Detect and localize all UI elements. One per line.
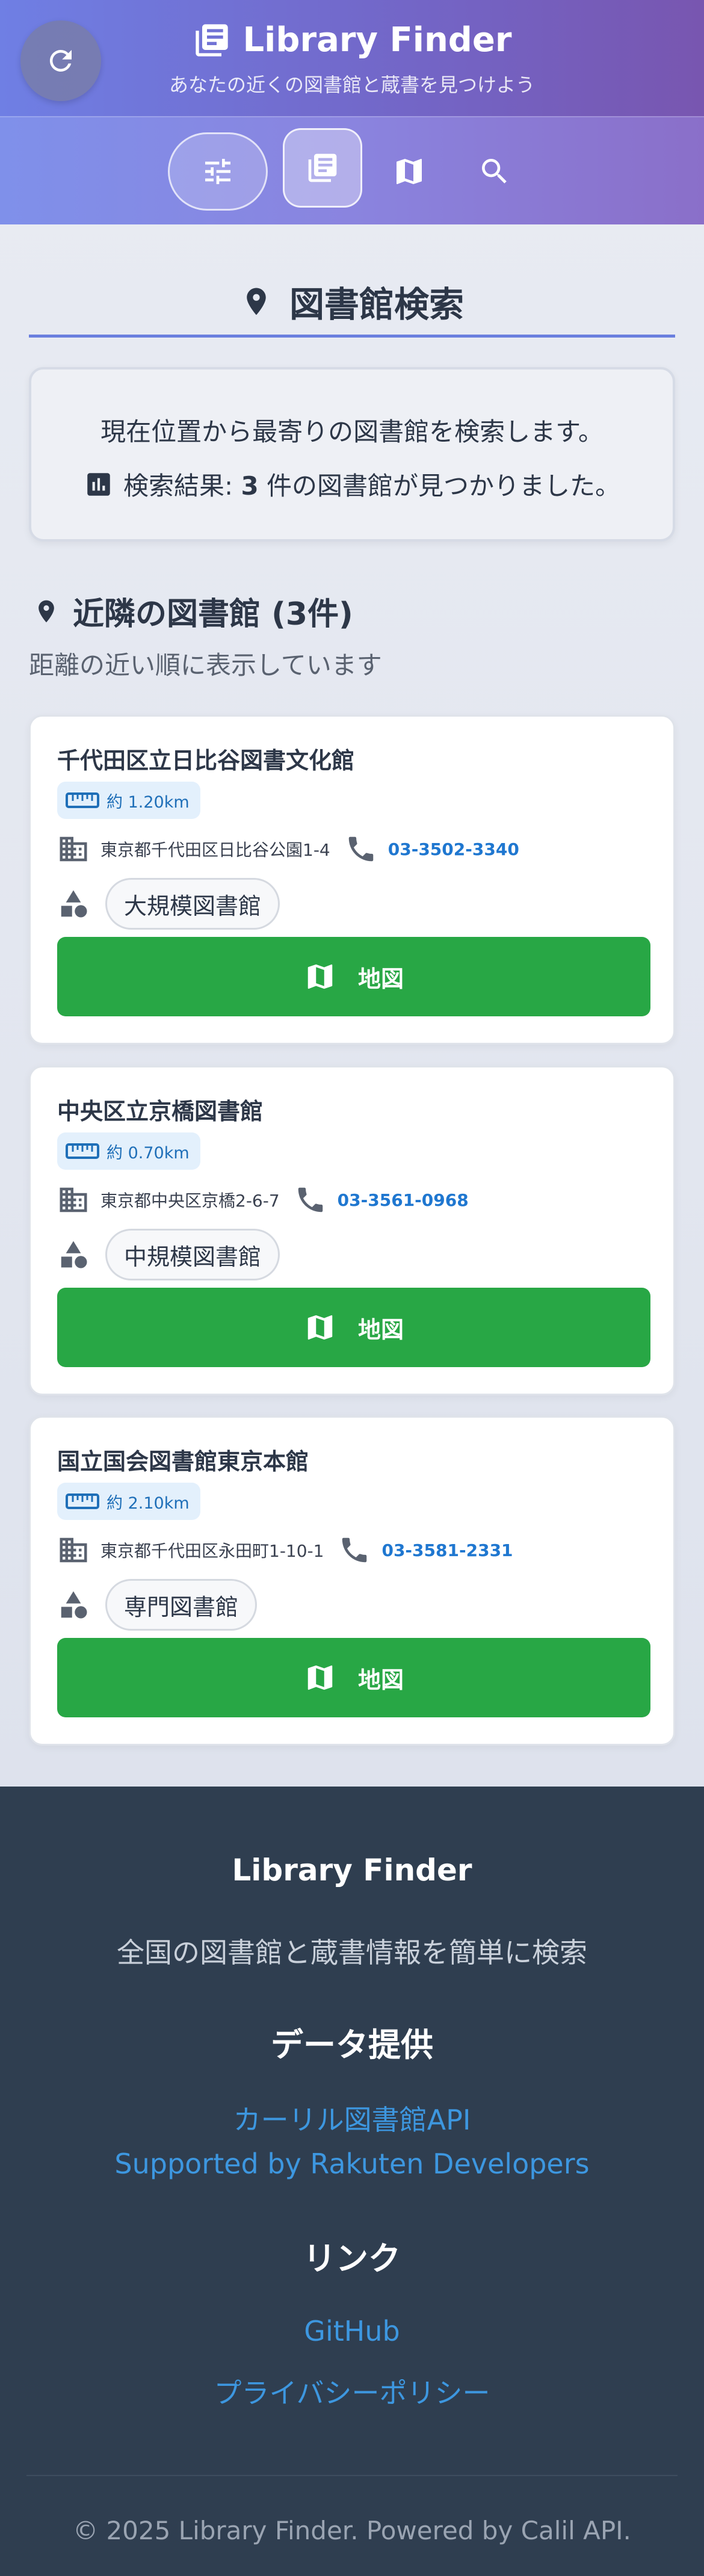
result-count: 3 xyxy=(241,471,259,501)
map-button[interactable]: 地図 xyxy=(57,1288,650,1367)
rakuten-link[interactable]: Supported by Rakuten Developers xyxy=(0,2148,704,2180)
footer-brand: Library Finder xyxy=(232,1853,472,1888)
info-message: 現在位置から最寄りの図書館を検索します。 xyxy=(100,417,604,446)
result-prefix: 検索結果: xyxy=(123,471,241,501)
category-shapes-icon xyxy=(61,1241,87,1268)
phone-icon xyxy=(342,1537,367,1563)
distance-badge: 約 0.70km xyxy=(57,1132,200,1170)
distance-text: 約 1.20km xyxy=(107,792,190,812)
phone-link[interactable]: 03-3502-3340 xyxy=(388,839,519,859)
phone-icon xyxy=(348,836,373,862)
ruler-icon xyxy=(66,1493,99,1509)
nearby-heading: 近隣の図書館 (3件) xyxy=(33,588,353,634)
github-link[interactable]: GitHub xyxy=(0,2315,704,2347)
footer-divider xyxy=(26,2475,678,2476)
distance-badge: 約 2.10km xyxy=(57,1483,200,1520)
library-type-chip: 中規模図書館 xyxy=(105,1229,280,1280)
map-button-label: 地図 xyxy=(357,1316,404,1343)
map-icon xyxy=(397,159,422,184)
footer-copyright: © 2025 Library Finder. Powered by Calil … xyxy=(73,2516,631,2545)
library-name: 中央区立京橋図書館 xyxy=(57,1098,264,1125)
distance-text: 約 0.70km xyxy=(107,1143,190,1163)
address-row: 東京都千代田区永田町1-10-1 03-3581-2331 xyxy=(57,1532,513,1568)
privacy-policy-link[interactable]: プライバシーポリシー xyxy=(0,2371,704,2411)
library-address: 東京都千代田区永田町1-10-1 xyxy=(100,1541,324,1561)
phone-icon xyxy=(298,1187,323,1212)
book-stack-icon xyxy=(195,23,228,57)
library-name: 千代田区立日比谷図書文化館 xyxy=(57,747,355,774)
location-pin-icon xyxy=(39,600,54,622)
result-summary: 検索結果: 3 件の図書館が見つかりました。 xyxy=(31,466,673,502)
calil-api-link[interactable]: カーリル図書館API xyxy=(0,2098,704,2138)
library-type-chip: 大規模図書館 xyxy=(105,878,280,930)
ruler-icon xyxy=(66,1143,99,1159)
library-card: 国立国会図書館東京本館 約 2.10km 東京都千代田区永田町1-10-1 03… xyxy=(29,1416,675,1746)
phone-link[interactable]: 03-3561-0968 xyxy=(338,1190,469,1210)
toolbar xyxy=(0,116,704,224)
search-tab[interactable] xyxy=(465,141,525,202)
address-row: 東京都千代田区日比谷公園1-4 03-3502-3340 xyxy=(57,831,519,867)
building-icon xyxy=(60,1187,87,1212)
footer-data-heading: データ提供 xyxy=(271,2026,433,2064)
map-icon xyxy=(307,1315,333,1340)
library-address: 東京都中央区京橋2-6-7 xyxy=(100,1191,280,1211)
map-icon xyxy=(307,964,333,989)
app-title: Library Finder xyxy=(242,20,512,60)
filter-button[interactable] xyxy=(168,132,268,211)
map-button-label: 地図 xyxy=(357,965,404,992)
app-tagline: あなたの近くの図書館と蔵書を見つけよう xyxy=(168,73,535,96)
site-footer: Library Finder 全国の図書館と蔵書情報を簡単に検索 データ提供 カ… xyxy=(0,1787,704,2576)
page-title: 図書館検索 xyxy=(29,268,675,338)
category-shapes-icon xyxy=(61,890,87,918)
result-suffix: 件の図書館が見つかりました。 xyxy=(258,471,621,501)
library-address: 東京都千代田区日比谷公園1-4 xyxy=(100,840,330,860)
type-row: 中規模図書館 xyxy=(57,1229,280,1280)
category-shapes-icon xyxy=(61,1591,87,1619)
type-row: 専門図書館 xyxy=(57,1579,258,1631)
type-row: 大規模図書館 xyxy=(57,878,280,930)
map-button-label: 地図 xyxy=(357,1666,404,1693)
phone-link[interactable]: 03-3581-2331 xyxy=(381,1540,513,1560)
library-list-tab[interactable] xyxy=(283,128,362,208)
search-info-box: 現在位置から最寄りの図書館を検索します。 検索結果: 3 件の図書館が見つかりま… xyxy=(29,367,675,542)
address-row: 東京都中央区京橋2-6-7 03-3561-0968 xyxy=(57,1182,469,1218)
footer-links-heading: リンク xyxy=(303,2240,401,2278)
ruler-icon xyxy=(66,792,99,808)
nearby-title: 近隣の図書館 (3件) xyxy=(73,596,353,632)
map-icon xyxy=(307,1665,333,1690)
library-card: 中央区立京橋図書館 約 0.70km 東京都中央区京橋2-6-7 03-3561… xyxy=(29,1066,675,1395)
map-button[interactable]: 地図 xyxy=(57,1638,650,1717)
search-icon xyxy=(482,159,507,184)
building-icon xyxy=(60,1537,87,1563)
map-button[interactable]: 地図 xyxy=(57,937,650,1016)
library-type-chip: 専門図書館 xyxy=(105,1579,258,1631)
distance-badge: 約 1.20km xyxy=(57,782,200,819)
map-tab[interactable] xyxy=(379,141,439,202)
sliders-icon xyxy=(205,159,230,184)
nearby-subtitle: 距離の近い順に表示しています xyxy=(29,650,382,680)
library-card: 千代田区立日比谷図書文化館 約 1.20km 東京都千代田区日比谷公園1-4 0… xyxy=(29,715,675,1045)
book-list-icon xyxy=(308,153,337,182)
app-header: Library Finder あなたの近くの図書館と蔵書を見つけよう xyxy=(0,0,704,116)
app-brand: Library Finder xyxy=(0,20,704,60)
building-icon xyxy=(60,836,87,862)
page-title-text: 図書館検索 xyxy=(289,283,464,325)
footer-description: 全国の図書館と蔵書情報を簡単に検索 xyxy=(117,1936,587,1969)
library-name: 国立国会図書館東京本館 xyxy=(57,1448,309,1475)
location-pin-icon xyxy=(247,288,266,315)
bar-chart-icon xyxy=(87,472,110,496)
distance-text: 約 2.10km xyxy=(107,1493,190,1513)
